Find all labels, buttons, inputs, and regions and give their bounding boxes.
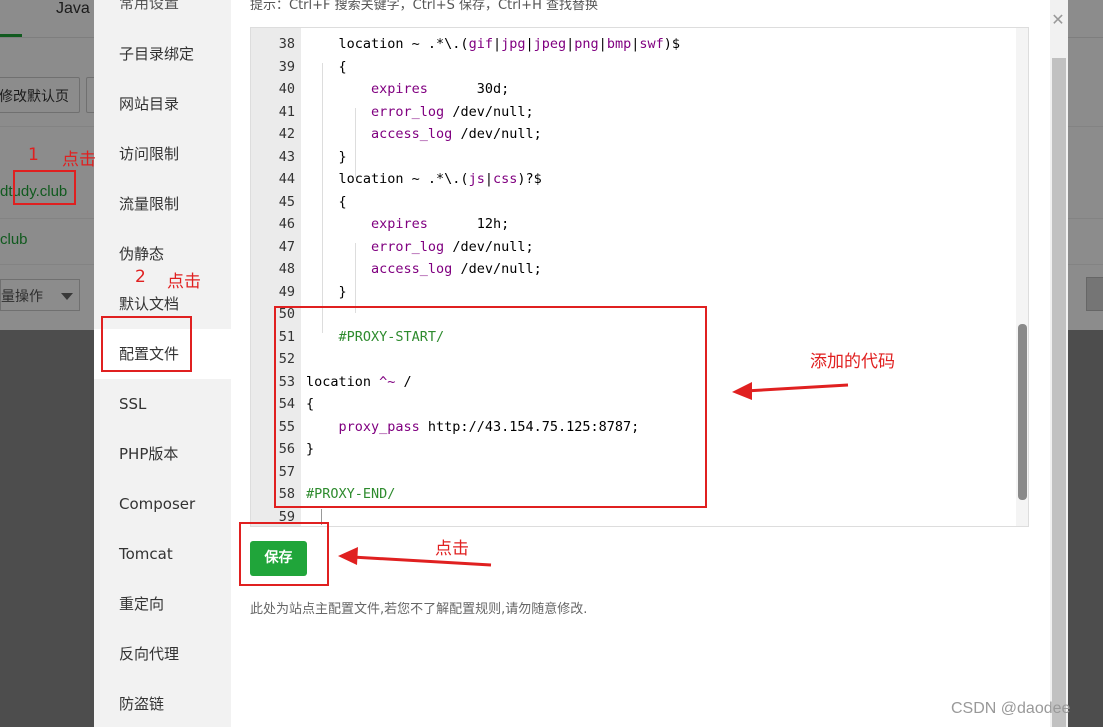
config-warning-note: 此处为站点主配置文件,若您不了解配置规则,请勿随意修改. <box>250 602 588 617</box>
sidebar-item-php-version[interactable]: PHP版本 <box>94 429 231 479</box>
indent-guide <box>355 243 356 313</box>
line-number: 38 <box>278 36 295 52</box>
line-number: 41 <box>278 103 295 120</box>
annotation-step2-text: 点击 <box>167 272 201 292</box>
sidebar-item-tomcat[interactable]: Tomcat <box>94 529 231 579</box>
line-number: 43 <box>278 148 295 165</box>
code-line[interactable]: 44 location ~ .*\.(js|css)?$ <box>279 168 1016 191</box>
line-number: 46 <box>278 216 295 232</box>
annotation-step1-text: 点击 <box>62 150 96 170</box>
code-line[interactable]: 47 error_log /dev/null; <box>279 236 1016 259</box>
annotation-added-code-label: 添加的代码 <box>810 352 895 372</box>
editor-hint: 提示：Ctrl+F 搜索关键字，Ctrl+S 保存，Ctrl+H 查找替换 <box>250 0 598 13</box>
sidebar-item-traffic-limit[interactable]: 流量限制 <box>94 179 231 229</box>
line-code: location ~ .*\.(js|css)?$ <box>306 171 542 187</box>
sidebar-item-ssl[interactable]: SSL <box>94 379 231 429</box>
code-line[interactable]: 38 location ~ .*\.(gif|jpg|jpeg|png|bmp|… <box>279 33 1016 56</box>
line-number: 49 <box>278 283 295 300</box>
annotation-step1-number: 1 <box>28 145 39 165</box>
line-code: } <box>306 283 347 300</box>
sidebar-item-redirect[interactable]: 重定向 <box>94 579 231 629</box>
editor-scrollbar-thumb[interactable] <box>1018 324 1027 500</box>
line-code: access_log /dev/null; <box>371 261 542 277</box>
close-icon[interactable]: ✕ <box>1049 11 1067 29</box>
code-line[interactable]: 46 expires 12h; <box>279 213 1016 236</box>
modal-scrollbar-thumb[interactable] <box>1052 58 1066 727</box>
annotation-step2-number: 2 <box>135 267 146 287</box>
sidebar-item-composer[interactable]: Composer <box>94 479 231 529</box>
code-line[interactable]: 41 error_log /dev/null; <box>279 101 1016 124</box>
line-number: 45 <box>278 193 295 210</box>
line-number: 48 <box>278 261 295 277</box>
line-code: access_log /dev/null; <box>371 126 542 142</box>
code-line[interactable]: 48 access_log /dev/null; <box>279 258 1016 281</box>
sidebar-item-subdir-binding[interactable]: 子目录绑定 <box>94 29 231 79</box>
sidebar-item-site-dir[interactable]: 网站目录 <box>94 79 231 129</box>
annotation-box-site <box>13 170 76 205</box>
watermark: CSDN @daodee <box>951 700 1071 717</box>
line-number: 47 <box>278 238 295 255</box>
line-code: expires 30d; <box>371 81 510 97</box>
line-number: 44 <box>278 171 295 187</box>
code-line[interactable]: 43 } <box>279 146 1016 169</box>
code-line[interactable]: 49 } <box>279 281 1016 304</box>
indent-guide <box>322 63 323 333</box>
annotation-box-added-code <box>274 306 707 508</box>
line-number: 40 <box>278 81 295 97</box>
line-code: error_log /dev/null; <box>371 103 534 120</box>
sidebar-item-access-limit[interactable]: 访问限制 <box>94 129 231 179</box>
line-number: 39 <box>278 58 295 75</box>
code-line[interactable]: 42 access_log /dev/null; <box>279 123 1016 146</box>
indent-guide <box>355 108 356 178</box>
code-line[interactable]: 39 { <box>279 56 1016 79</box>
sidebar-item-reverse-proxy[interactable]: 反向代理 <box>94 629 231 679</box>
line-code: expires 12h; <box>371 216 510 232</box>
code-line[interactable]: 59 <box>279 506 1016 527</box>
line-code: { <box>306 58 347 75</box>
line-code: } <box>306 148 347 165</box>
line-code: error_log /dev/null; <box>371 238 534 255</box>
line-number: 42 <box>278 126 295 142</box>
sidebar-item-hotlink-protection[interactable]: 防盗链 <box>94 679 231 727</box>
code-line[interactable]: 45 { <box>279 191 1016 214</box>
sidebar-item-rewrite[interactable]: 伪静态 <box>94 229 231 279</box>
annotation-click-save-label: 点击 <box>435 539 469 559</box>
annotation-box-save <box>239 522 329 586</box>
line-code: location ~ .*\.(gif|jpg|jpeg|png|bmp|swf… <box>306 36 681 52</box>
sidebar-item-partial[interactable]: 常用设置 <box>94 0 231 16</box>
line-code: { <box>306 193 347 210</box>
annotation-box-config <box>101 316 192 372</box>
code-line[interactable]: 40 expires 30d; <box>279 78 1016 101</box>
